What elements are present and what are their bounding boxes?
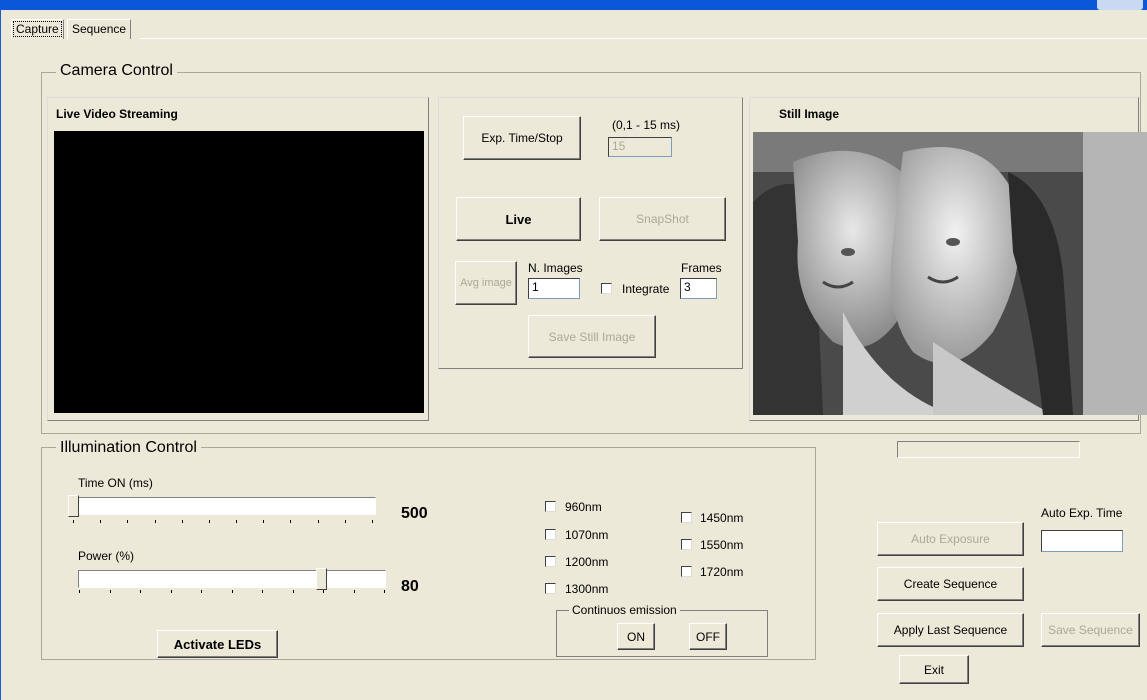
auto-exp-time-input[interactable] — [1041, 530, 1123, 552]
still-image-picture — [753, 132, 1147, 415]
label-1550nm: 1550nm — [700, 538, 744, 552]
power-value: 80 — [401, 578, 419, 595]
checkbox-1300nm[interactable] — [545, 583, 556, 594]
n-images-input[interactable]: 1 — [528, 278, 580, 299]
label-1200nm: 1200nm — [565, 555, 609, 569]
auto-exp-time-label: Auto Exp. Time — [1041, 506, 1123, 520]
avg-image-button[interactable]: Avg image — [455, 261, 517, 305]
save-still-image-button[interactable]: Save Still Image — [528, 315, 656, 358]
power-label: Power (%) — [78, 549, 135, 563]
save-sequence-button[interactable]: Save Sequence — [1041, 613, 1140, 647]
label-1450nm: 1450nm — [700, 511, 744, 525]
integrate-label: Integrate — [622, 282, 670, 296]
frames-input[interactable]: 3 — [680, 278, 717, 299]
tab-strip-line — [140, 38, 1147, 39]
camera-control-title: Camera Control — [56, 62, 177, 80]
time-on-ticks — [73, 520, 373, 524]
live-video-title: Live Video Streaming — [56, 107, 178, 121]
window-controls[interactable] — [1097, 0, 1143, 10]
exp-range-label: (0,1 - 15 ms) — [612, 118, 681, 132]
checkbox-1450nm[interactable] — [681, 512, 692, 523]
create-sequence-button[interactable]: Create Sequence — [877, 567, 1024, 601]
auto-exposure-button[interactable]: Auto Exposure — [877, 522, 1024, 556]
snapshot-button[interactable]: SnapShot — [599, 197, 726, 241]
integrate-checkbox[interactable] — [601, 283, 612, 294]
live-button[interactable]: Live — [456, 197, 581, 241]
time-on-slider-track[interactable] — [78, 497, 376, 515]
time-on-value: 500 — [401, 505, 428, 522]
continuous-emission-group — [556, 610, 768, 657]
label-960nm: 960nm — [565, 500, 602, 514]
exp-time-input[interactable]: 15 — [608, 137, 672, 157]
time-on-slider-thumb[interactable] — [68, 495, 79, 517]
window-title-bar — [0, 0, 1147, 10]
continuous-emission-title: Continuos emission — [569, 603, 680, 617]
power-slider-thumb[interactable] — [316, 568, 327, 590]
illumination-control-title: Illumination Control — [56, 439, 201, 457]
tab-sequence[interactable]: Sequence — [67, 19, 132, 39]
label-1070nm: 1070nm — [565, 528, 609, 542]
checkbox-1200nm[interactable] — [545, 556, 556, 567]
apply-last-sequence-button[interactable]: Apply Last Sequence — [877, 613, 1024, 647]
tab-capture[interactable]: Capture — [11, 19, 64, 39]
exp-time-stop-button[interactable]: Exp. Time/Stop — [463, 116, 581, 160]
checkbox-960nm[interactable] — [545, 501, 556, 512]
emission-off-button[interactable]: OFF — [689, 623, 727, 650]
activate-leds-button[interactable]: Activate LEDs — [157, 630, 278, 658]
checkbox-1070nm[interactable] — [545, 529, 556, 540]
frames-label: Frames — [681, 261, 722, 275]
still-image-display — [753, 132, 1147, 415]
checkbox-1720nm[interactable] — [681, 566, 692, 577]
progress-bar — [897, 441, 1080, 458]
label-1720nm: 1720nm — [700, 565, 744, 579]
label-1300nm: 1300nm — [565, 582, 609, 596]
window-left-border — [0, 10, 8, 700]
emission-on-button[interactable]: ON — [617, 623, 655, 650]
checkbox-1550nm[interactable] — [681, 539, 692, 550]
exit-button[interactable]: Exit — [899, 655, 969, 684]
live-video-display — [54, 131, 424, 413]
still-image-title: Still Image — [779, 107, 840, 121]
power-slider-track[interactable] — [78, 570, 386, 588]
n-images-label: N. Images — [528, 261, 583, 275]
power-ticks — [79, 590, 385, 594]
time-on-label: Time ON (ms) — [78, 476, 153, 490]
